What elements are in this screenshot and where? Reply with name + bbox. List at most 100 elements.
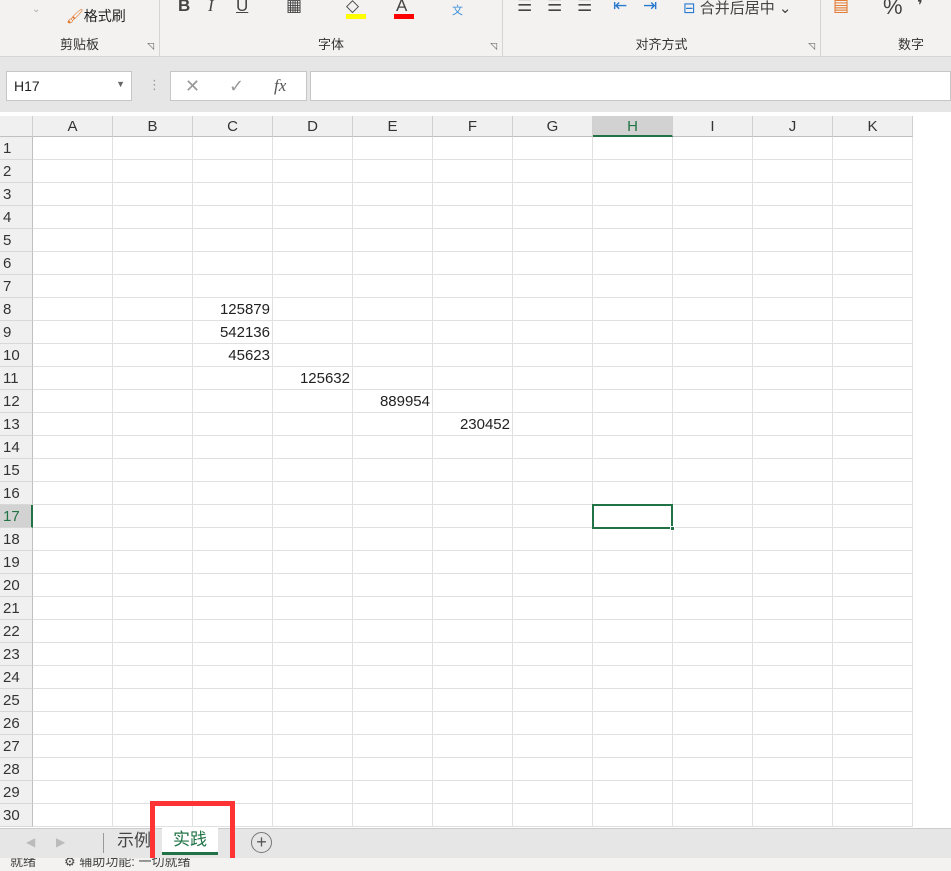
cell[interactable]	[753, 666, 833, 689]
cell[interactable]	[593, 528, 673, 551]
cell[interactable]	[193, 390, 273, 413]
cell[interactable]	[193, 574, 273, 597]
cell[interactable]	[753, 528, 833, 551]
cell[interactable]	[833, 436, 913, 459]
cell[interactable]	[33, 367, 113, 390]
cell[interactable]	[593, 390, 673, 413]
cell[interactable]	[273, 390, 353, 413]
cell[interactable]	[353, 137, 433, 160]
cell[interactable]	[673, 689, 753, 712]
cell[interactable]	[673, 160, 753, 183]
cell[interactable]	[513, 413, 593, 436]
align-left-icon[interactable]: ☰	[517, 0, 532, 16]
cell[interactable]	[273, 505, 353, 528]
cell[interactable]	[193, 367, 273, 390]
cell[interactable]	[353, 804, 433, 827]
cell[interactable]	[833, 758, 913, 781]
cell[interactable]	[593, 183, 673, 206]
selected-cell-h17[interactable]	[592, 504, 675, 531]
column-header-g[interactable]: G	[513, 116, 593, 137]
cell[interactable]	[273, 482, 353, 505]
cell[interactable]	[673, 459, 753, 482]
cell[interactable]	[513, 505, 593, 528]
row-header-12[interactable]: 12	[0, 390, 33, 413]
cell[interactable]	[193, 482, 273, 505]
row-header-29[interactable]: 29	[0, 781, 33, 804]
cell[interactable]	[833, 367, 913, 390]
cell[interactable]	[273, 275, 353, 298]
cell[interactable]	[33, 666, 113, 689]
cell[interactable]	[273, 643, 353, 666]
column-header-e[interactable]: E	[353, 116, 433, 137]
cell[interactable]	[673, 482, 753, 505]
underline-button[interactable]: U	[236, 0, 248, 16]
cell[interactable]	[273, 137, 353, 160]
cell[interactable]	[593, 551, 673, 574]
cell[interactable]	[353, 574, 433, 597]
cell[interactable]	[33, 390, 113, 413]
cell[interactable]	[753, 735, 833, 758]
row-header-30[interactable]: 30	[0, 804, 33, 827]
cell[interactable]	[753, 482, 833, 505]
cell[interactable]	[673, 413, 753, 436]
cell-c10[interactable]: 45623	[193, 344, 273, 367]
row-header-25[interactable]: 25	[0, 689, 33, 712]
row-header-8[interactable]: 8	[0, 298, 33, 321]
cell[interactable]	[193, 206, 273, 229]
dialog-launcher-icon[interactable]: ◹	[147, 41, 154, 52]
cell[interactable]	[593, 689, 673, 712]
cell[interactable]	[353, 252, 433, 275]
row-header-23[interactable]: 23	[0, 643, 33, 666]
cell[interactable]	[673, 781, 753, 804]
cell[interactable]	[593, 229, 673, 252]
phonetic-icon[interactable]: 文	[452, 2, 463, 18]
cell[interactable]	[753, 229, 833, 252]
row-header-22[interactable]: 22	[0, 620, 33, 643]
cell[interactable]	[833, 735, 913, 758]
row-header-24[interactable]: 24	[0, 666, 33, 689]
row-header-1[interactable]: 1	[0, 137, 33, 160]
row-header-26[interactable]: 26	[0, 712, 33, 735]
cell[interactable]	[113, 321, 193, 344]
cell[interactable]	[753, 275, 833, 298]
cell[interactable]	[113, 758, 193, 781]
merge-center-button[interactable]: ⊟ 合并后居中 ⌄	[683, 0, 792, 18]
column-header-d[interactable]: D	[273, 116, 353, 137]
cell[interactable]	[593, 666, 673, 689]
cell[interactable]	[33, 436, 113, 459]
cell[interactable]	[113, 528, 193, 551]
cell[interactable]	[753, 643, 833, 666]
cell[interactable]	[753, 390, 833, 413]
cell[interactable]	[593, 620, 673, 643]
accessibility-status[interactable]: ⚙ 辅助功能: 一切就绪	[64, 858, 191, 871]
cell[interactable]	[433, 735, 513, 758]
row-header-4[interactable]: 4	[0, 206, 33, 229]
cell[interactable]	[113, 505, 193, 528]
cell[interactable]	[833, 321, 913, 344]
cell[interactable]	[833, 666, 913, 689]
cell[interactable]	[433, 459, 513, 482]
name-box[interactable]: H17 ▼	[6, 71, 132, 101]
cell[interactable]	[673, 206, 753, 229]
cell[interactable]	[353, 436, 433, 459]
cell[interactable]	[433, 804, 513, 827]
cell[interactable]	[273, 712, 353, 735]
cell[interactable]	[193, 758, 273, 781]
cell[interactable]	[513, 390, 593, 413]
cell[interactable]	[593, 321, 673, 344]
cell[interactable]	[753, 413, 833, 436]
cell[interactable]	[273, 597, 353, 620]
cell[interactable]	[593, 758, 673, 781]
cell[interactable]	[433, 781, 513, 804]
cell[interactable]	[753, 321, 833, 344]
cell[interactable]	[753, 298, 833, 321]
cell[interactable]	[833, 574, 913, 597]
cell[interactable]	[193, 252, 273, 275]
cell[interactable]	[113, 620, 193, 643]
cell[interactable]	[33, 574, 113, 597]
cell[interactable]	[273, 344, 353, 367]
cell[interactable]	[513, 689, 593, 712]
cell[interactable]	[353, 528, 433, 551]
cell[interactable]	[193, 436, 273, 459]
cell[interactable]	[193, 505, 273, 528]
